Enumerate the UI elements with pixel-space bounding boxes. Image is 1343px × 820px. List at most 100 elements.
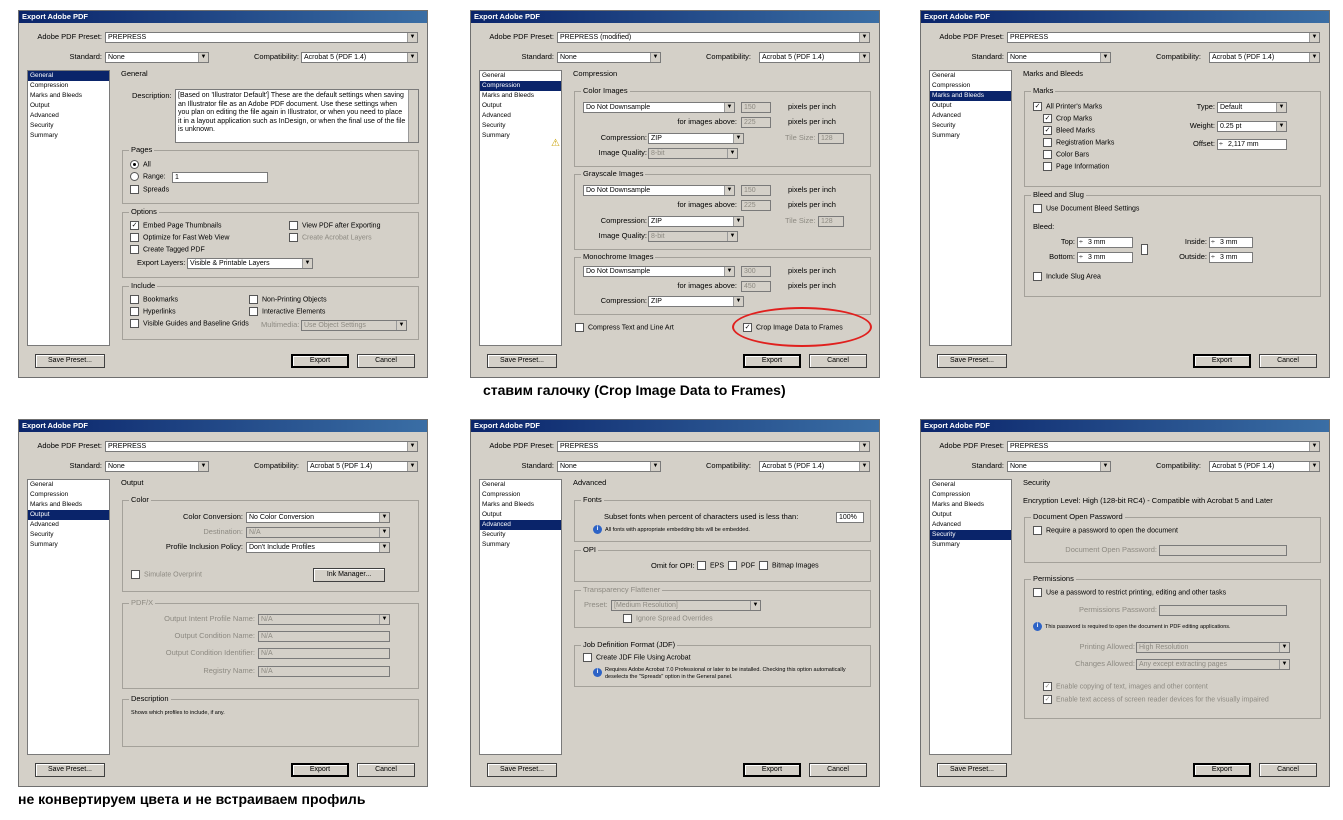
compat-select[interactable]: Acrobat 5 (PDF 1.4) ▼ bbox=[759, 461, 870, 472]
sidebar-item-marks[interactable]: Marks and Bleeds bbox=[480, 500, 561, 510]
preset-select[interactable]: PREPRESS ▼ bbox=[1007, 32, 1320, 43]
sidebar-item-summary[interactable]: Summary bbox=[930, 131, 1011, 141]
link-icon[interactable] bbox=[1141, 244, 1148, 255]
downsample-select[interactable]: Do Not Downsample ▼ bbox=[583, 185, 735, 196]
above-input[interactable]: 225 bbox=[741, 200, 771, 211]
ignore-overrides-checkbox[interactable]: Ignore Spread Overrides bbox=[623, 614, 713, 624]
reg-marks-checkbox[interactable]: Registration Marks bbox=[1043, 138, 1114, 148]
standard-select[interactable]: None ▼ bbox=[557, 52, 661, 63]
sidebar-item-summary[interactable]: Summary bbox=[480, 131, 561, 141]
cancel-button[interactable]: Cancel bbox=[809, 763, 867, 777]
sidebar-item-security[interactable]: Security bbox=[28, 530, 109, 540]
weight-select[interactable]: 0.25 pt ▼ bbox=[1217, 121, 1287, 132]
cancel-button[interactable]: Cancel bbox=[1259, 354, 1317, 368]
quality-select[interactable]: 8-bit ▼ bbox=[648, 148, 738, 159]
require-password-checkbox[interactable]: Require a password to open the document bbox=[1033, 526, 1178, 536]
all-marks-checkbox[interactable]: ✓ All Printer's Marks bbox=[1033, 102, 1102, 112]
sidebar-item-general[interactable]: General bbox=[28, 71, 109, 81]
bleed-marks-checkbox[interactable]: ✓ Bleed Marks bbox=[1043, 126, 1095, 136]
sidebar-item-marks[interactable]: Marks and Bleeds bbox=[480, 91, 561, 101]
cancel-button[interactable]: Cancel bbox=[357, 354, 415, 368]
export-button[interactable]: Export bbox=[291, 354, 349, 368]
bitmap-checkbox[interactable]: Bitmap Images bbox=[759, 561, 819, 571]
range-input[interactable]: 1 bbox=[172, 172, 268, 183]
compress-text-checkbox[interactable]: Compress Text and Line Art bbox=[575, 323, 674, 333]
export-button[interactable]: Export bbox=[743, 763, 801, 777]
destination-select[interactable]: N/A ▼ bbox=[246, 527, 390, 538]
save-preset-button[interactable]: Save Preset... bbox=[937, 763, 1007, 777]
simulate-checkbox[interactable]: Simulate Overprint bbox=[131, 570, 202, 580]
compat-select[interactable]: Acrobat 5 (PDF 1.4) ▼ bbox=[301, 52, 418, 63]
sidebar-item-advanced[interactable]: Advanced bbox=[28, 111, 109, 121]
compat-select[interactable]: Acrobat 5 (PDF 1.4) ▼ bbox=[1209, 461, 1320, 472]
sidebar-item-summary[interactable]: Summary bbox=[480, 540, 561, 550]
preset-select[interactable]: PREPRESS ▼ bbox=[105, 32, 418, 43]
sidebar-item-security[interactable]: Security bbox=[930, 121, 1011, 131]
bottom-input[interactable]: 3 mm bbox=[1077, 252, 1133, 263]
interactive-checkbox[interactable]: Interactive Elements bbox=[249, 307, 325, 317]
compat-select[interactable]: Acrobat 5 (PDF 1.4) ▼ bbox=[759, 52, 870, 63]
sidebar-item-marks[interactable]: Marks and Bleeds bbox=[930, 91, 1011, 101]
inside-input[interactable]: 3 mm bbox=[1209, 237, 1253, 248]
sidebar-item-advanced[interactable]: Advanced bbox=[480, 520, 561, 530]
compat-select[interactable]: Acrobat 5 (PDF 1.4) ▼ bbox=[1209, 52, 1320, 63]
export-layers-select[interactable]: Visible & Printable Layers ▼ bbox=[187, 258, 313, 269]
multimedia-select[interactable]: Use Object Settings ▼ bbox=[301, 320, 407, 331]
export-button[interactable]: Export bbox=[1193, 354, 1251, 368]
sidebar-item-security[interactable]: Security bbox=[480, 530, 561, 540]
sidebar-item-marks[interactable]: Marks and Bleeds bbox=[930, 500, 1011, 510]
sidebar-item-output[interactable]: Output bbox=[480, 101, 561, 111]
doc-open-pw-input[interactable] bbox=[1159, 545, 1287, 556]
compat-select[interactable]: Acrobat 5 (PDF 1.4) ▼ bbox=[307, 461, 418, 472]
above-input[interactable]: 450 bbox=[741, 281, 771, 292]
sidebar-item-security[interactable]: Security bbox=[28, 121, 109, 131]
sidebar-item-output[interactable]: Output bbox=[930, 101, 1011, 111]
ppi-input[interactable]: 150 bbox=[741, 102, 771, 113]
range-radio[interactable]: Range: bbox=[130, 172, 166, 182]
sidebar-item-compression[interactable]: Compression bbox=[28, 490, 109, 500]
sidebar-item-security[interactable]: Security bbox=[480, 121, 561, 131]
cancel-button[interactable]: Cancel bbox=[1259, 763, 1317, 777]
sidebar-item-compression[interactable]: Compression bbox=[480, 81, 561, 91]
preset-select[interactable]: PREPRESS (modified) ▼ bbox=[557, 32, 870, 43]
preset-select[interactable]: PREPRESS ▼ bbox=[1007, 441, 1320, 452]
cond-id-input[interactable]: N/A bbox=[258, 648, 390, 659]
create-jdf-checkbox[interactable]: Create JDF File Using Acrobat bbox=[583, 653, 691, 663]
tagged-pdf-checkbox[interactable]: Create Tagged PDF bbox=[130, 245, 205, 255]
cancel-button[interactable]: Cancel bbox=[357, 763, 415, 777]
ppi-input[interactable]: 300 bbox=[741, 266, 771, 277]
view-after-checkbox[interactable]: View PDF after Exporting bbox=[289, 221, 380, 231]
embed-thumbnails-checkbox[interactable]: ✓ Embed Page Thumbnails bbox=[130, 221, 221, 231]
offset-input[interactable]: 2,117 mm bbox=[1217, 139, 1287, 150]
registry-input[interactable]: N/A bbox=[258, 666, 390, 677]
standard-select[interactable]: None ▼ bbox=[1007, 52, 1111, 63]
profile-select[interactable]: Don't Include Profiles ▼ bbox=[246, 542, 390, 553]
sidebar-item-compression[interactable]: Compression bbox=[930, 81, 1011, 91]
sidebar-item-output[interactable]: Output bbox=[480, 510, 561, 520]
subset-input[interactable]: 100% bbox=[836, 512, 864, 523]
conversion-select[interactable]: No Color Conversion ▼ bbox=[246, 512, 390, 523]
all-radio[interactable]: All bbox=[130, 160, 151, 170]
sidebar-item-marks[interactable]: Marks and Bleeds bbox=[28, 91, 109, 101]
flat-preset-select[interactable]: [Medium Resolution] ▼ bbox=[611, 600, 761, 611]
sidebar-item-general[interactable]: General bbox=[930, 71, 1011, 81]
sidebar-item-advanced[interactable]: Advanced bbox=[930, 111, 1011, 121]
sidebar-item-general[interactable]: General bbox=[480, 480, 561, 490]
standard-select[interactable]: None ▼ bbox=[105, 461, 209, 472]
perm-pw-input[interactable] bbox=[1159, 605, 1287, 616]
cancel-button[interactable]: Cancel bbox=[809, 354, 867, 368]
sidebar-item-advanced[interactable]: Advanced bbox=[28, 520, 109, 530]
optimize-web-checkbox[interactable]: Optimize for Fast Web View bbox=[130, 233, 230, 243]
eps-checkbox[interactable]: EPS bbox=[697, 561, 724, 571]
nonprinting-checkbox[interactable]: Non-Printing Objects bbox=[249, 295, 327, 305]
preset-select[interactable]: PREPRESS ▼ bbox=[557, 441, 870, 452]
sidebar-item-compression[interactable]: Compression bbox=[930, 490, 1011, 500]
sidebar-item-output[interactable]: Output bbox=[930, 510, 1011, 520]
sidebar-item-summary[interactable]: Summary bbox=[28, 131, 109, 141]
intent-select[interactable]: N/A ▼ bbox=[258, 614, 390, 625]
preset-select[interactable]: PREPRESS ▼ bbox=[105, 441, 418, 452]
color-bars-checkbox[interactable]: Color Bars bbox=[1043, 150, 1089, 160]
sidebar-item-summary[interactable]: Summary bbox=[930, 540, 1011, 550]
sidebar-item-output[interactable]: Output bbox=[28, 101, 109, 111]
compression-select[interactable]: ZIP ▼ bbox=[648, 216, 744, 227]
